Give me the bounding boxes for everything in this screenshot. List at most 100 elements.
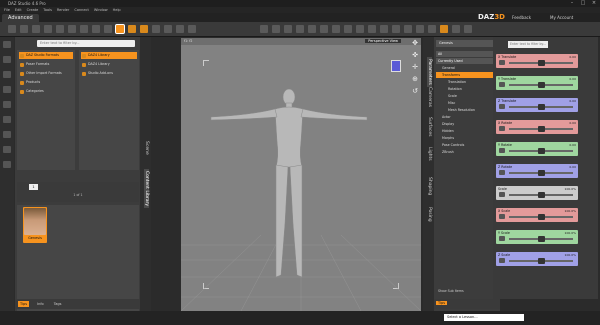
- side-tab-surfaces[interactable]: Surfaces: [427, 117, 432, 137]
- param-group-item[interactable]: Translation: [436, 79, 498, 85]
- maximize-icon[interactable]: □: [579, 0, 587, 6]
- show-sub-items-checkbox[interactable]: Show Sub Items: [438, 289, 464, 293]
- morph-icon[interactable]: [344, 25, 352, 33]
- tree-item[interactable]: Poser Formats: [19, 61, 73, 68]
- my-account-link[interactable]: My Account: [550, 15, 573, 20]
- aux-icon[interactable]: [452, 25, 460, 33]
- gear-icon[interactable]: [464, 25, 472, 33]
- genesis-thumbnail[interactable]: Genesis: [23, 207, 47, 243]
- dolly-icon[interactable]: ✛: [411, 64, 419, 71]
- tree-item[interactable]: DAZ Studio Formats: [19, 52, 73, 59]
- view-icon[interactable]: [284, 25, 292, 33]
- slider-value[interactable]: 100.0%: [565, 231, 576, 235]
- bone-icon[interactable]: [404, 25, 412, 33]
- slider-value[interactable]: 0.00: [569, 121, 576, 125]
- weight-icon[interactable]: [416, 25, 424, 33]
- param-group-item[interactable]: Rotation: [436, 86, 498, 92]
- param-group-item[interactable]: Morphs: [436, 135, 498, 141]
- universal-tool-icon[interactable]: [115, 24, 125, 34]
- tab-advanced[interactable]: Advanced: [2, 14, 39, 22]
- move-icon[interactable]: [80, 25, 88, 33]
- merge-icon[interactable]: [3, 86, 11, 93]
- rotate-tool-icon[interactable]: [92, 25, 100, 33]
- slider-knob[interactable]: [537, 148, 545, 154]
- lesson-select[interactable]: Select a Lesson...: [444, 314, 524, 321]
- parameter-slider[interactable]: Y Scale 100.0%: [496, 230, 578, 244]
- rotate-icon[interactable]: ✥: [411, 40, 419, 47]
- slider-value[interactable]: 100.0%: [565, 187, 576, 191]
- smooth-icon[interactable]: [272, 25, 280, 33]
- shader-icon[interactable]: [380, 25, 388, 33]
- undo-side-icon[interactable]: [3, 131, 11, 138]
- light-icon[interactable]: [152, 25, 160, 33]
- reset-view-icon[interactable]: ↺: [411, 88, 419, 95]
- slider-knob[interactable]: [537, 236, 545, 242]
- parameter-slider[interactable]: Y Translate 0.00: [496, 76, 578, 90]
- export-icon[interactable]: [3, 116, 11, 123]
- tree-item[interactable]: Products: [19, 79, 73, 86]
- select-icon[interactable]: [68, 25, 76, 33]
- param-group-item[interactable]: General: [436, 65, 498, 71]
- slider-value[interactable]: 0.00: [569, 165, 576, 169]
- tree-item[interactable]: Other Import Formats: [19, 70, 73, 77]
- param-group-item[interactable]: Mesh Resolution: [436, 107, 498, 113]
- side-tab-scene[interactable]: Scene: [144, 141, 149, 155]
- parameter-slider[interactable]: Scale 100.0%: [496, 186, 578, 200]
- search-icon[interactable]: [440, 25, 448, 33]
- slider-knob[interactable]: [537, 104, 545, 110]
- content-search-input[interactable]: Enter text to filter by...: [37, 40, 135, 47]
- side-tab-lights[interactable]: Lights: [427, 147, 432, 161]
- node-icon[interactable]: [128, 25, 136, 33]
- lock-icon[interactable]: [188, 25, 196, 33]
- tree-item[interactable]: Categories: [19, 88, 73, 95]
- scale-tool-icon[interactable]: [104, 25, 112, 33]
- parameter-slider[interactable]: Z Rotate 0.00: [496, 164, 578, 178]
- param-group-item[interactable]: Scale: [436, 93, 498, 99]
- param-group-item[interactable]: Hidden: [436, 128, 498, 134]
- slider-value[interactable]: 0.00: [569, 143, 576, 147]
- undo-icon[interactable]: [44, 25, 52, 33]
- slider-knob[interactable]: [537, 258, 545, 264]
- slider-knob[interactable]: [537, 192, 545, 198]
- param-group-item[interactable]: Actor: [436, 114, 498, 120]
- slider-knob[interactable]: [537, 170, 545, 176]
- camera-select[interactable]: Perspective View: [365, 39, 401, 43]
- side-tab-shaping[interactable]: Shaping: [427, 177, 432, 195]
- slider-knob[interactable]: [537, 82, 545, 88]
- parameter-slider[interactable]: X Scale 100.0%: [496, 208, 578, 222]
- slider-knob[interactable]: [537, 214, 545, 220]
- surface-icon[interactable]: [368, 25, 376, 33]
- pan-icon[interactable]: ✜: [411, 52, 419, 59]
- parameter-slider[interactable]: Z Scale 100.0%: [496, 252, 578, 266]
- param-group-item[interactable]: All: [436, 51, 498, 57]
- primitive-icon[interactable]: [308, 25, 316, 33]
- side-tab-posing[interactable]: Posing: [427, 207, 432, 222]
- render-side-icon[interactable]: [3, 161, 11, 168]
- figure-icon[interactable]: [320, 25, 328, 33]
- tab-tips[interactable]: Tips: [436, 301, 448, 305]
- slider-value[interactable]: 100.0%: [565, 209, 576, 213]
- parameter-slider[interactable]: Z Translate 0.00: [496, 98, 578, 112]
- tab-tags[interactable]: Tags: [52, 301, 64, 307]
- slider-value[interactable]: 0.00: [569, 77, 576, 81]
- tree-item[interactable]: Studio Add-ons: [81, 70, 137, 77]
- node-select[interactable]: Genesis: [436, 40, 498, 47]
- render-icon[interactable]: [164, 25, 172, 33]
- side-tab-parameters[interactable]: Parameters: [427, 57, 432, 87]
- parameter-slider[interactable]: X Rotate 0.00: [496, 120, 578, 134]
- tab-tips[interactable]: Tips: [18, 301, 30, 307]
- pose-icon[interactable]: [332, 25, 340, 33]
- redo-side-icon[interactable]: [3, 146, 11, 153]
- param-group-item[interactable]: Pose Controls: [436, 142, 498, 148]
- save-icon[interactable]: [32, 25, 40, 33]
- layer-icon[interactable]: [392, 25, 400, 33]
- close-icon[interactable]: ×: [590, 0, 598, 6]
- param-group-item[interactable]: Transforms: [436, 72, 498, 78]
- slider-knob[interactable]: [537, 60, 545, 66]
- slider-value[interactable]: 100.0%: [565, 253, 576, 257]
- parameter-slider[interactable]: X Translate 0.00: [496, 54, 578, 68]
- tree-item[interactable]: DAZ4 Library: [81, 52, 137, 59]
- brush-icon[interactable]: [296, 25, 304, 33]
- parameter-slider[interactable]: Y Rotate 0.00: [496, 142, 578, 156]
- 3d-viewport[interactable]: f1: f2 Perspective View: [181, 38, 421, 311]
